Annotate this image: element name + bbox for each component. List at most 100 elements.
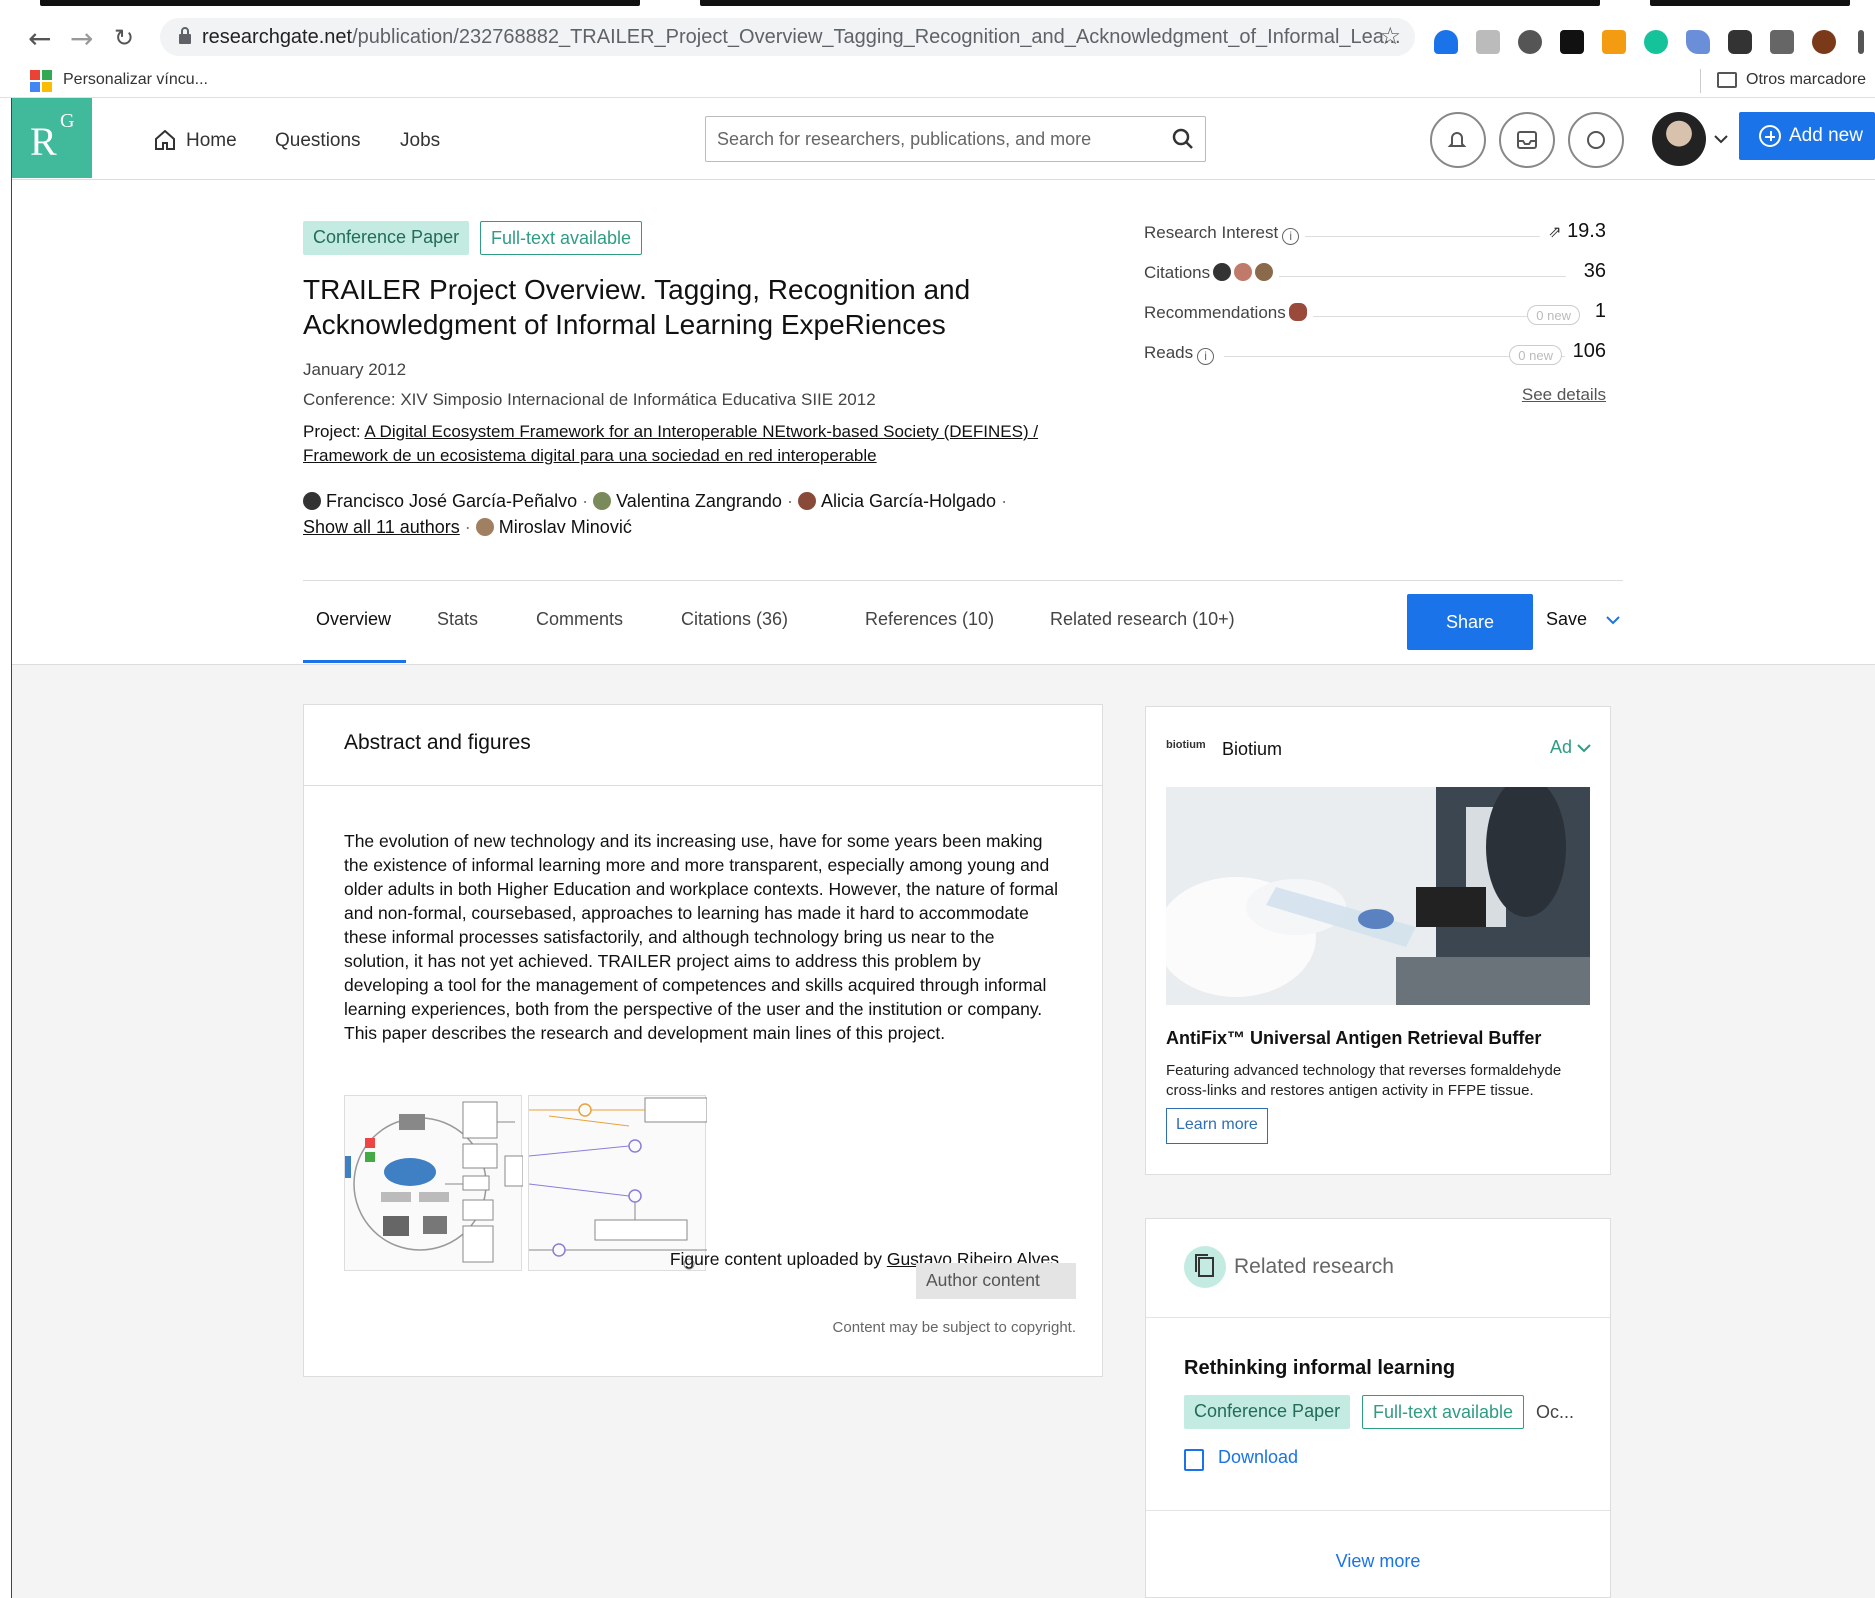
author-name[interactable]: Miroslav Minović bbox=[499, 517, 632, 537]
plus-circle-icon bbox=[1759, 125, 1781, 147]
inbox-icon bbox=[1517, 131, 1537, 149]
messages-button[interactable] bbox=[1499, 112, 1555, 168]
author-separator: · bbox=[464, 517, 471, 537]
see-details-link[interactable]: See details bbox=[1522, 385, 1606, 405]
download-icon[interactable] bbox=[1184, 1449, 1204, 1471]
add-new-label: Add new bbox=[1789, 125, 1863, 146]
save-button[interactable]: Save bbox=[1546, 609, 1587, 630]
publication-date: January 2012 bbox=[303, 360, 407, 379]
extension-graduation-icon[interactable] bbox=[1434, 30, 1458, 54]
fulltext-badge: Full-text available bbox=[1362, 1395, 1525, 1429]
info-icon[interactable]: i bbox=[1282, 228, 1300, 245]
new-count-pill: 0 new bbox=[1527, 305, 1580, 325]
menu-dots-icon[interactable] bbox=[1858, 30, 1864, 54]
nav-questions[interactable]: Questions bbox=[275, 130, 361, 152]
tab-overview[interactable]: Overview bbox=[316, 609, 391, 630]
author-name[interactable]: Valentina Zangrando bbox=[616, 491, 782, 511]
cropped-top-strip bbox=[0, 0, 1875, 14]
author-separator: · bbox=[582, 491, 589, 511]
abstract-card: Abstract and figures The evolution of ne… bbox=[303, 704, 1103, 1377]
view-more-link[interactable]: View more bbox=[1146, 1551, 1610, 1572]
avatar bbox=[303, 492, 321, 510]
researchgate-logo[interactable]: R G bbox=[12, 98, 92, 178]
advertiser-logo: biotium bbox=[1166, 739, 1206, 751]
avatar bbox=[1213, 263, 1232, 281]
author-content-badge: Author content bbox=[916, 1263, 1076, 1299]
avatar bbox=[475, 518, 494, 536]
fulltext-badge: Full-text available bbox=[480, 221, 643, 255]
publication-project: Project: A Digital Ecosystem Framework f… bbox=[303, 420, 1123, 468]
stat-value: 106 bbox=[1564, 340, 1606, 363]
home-icon[interactable] bbox=[154, 130, 176, 150]
figure-thumbnail-2[interactable] bbox=[528, 1095, 708, 1271]
learn-more-button[interactable]: Learn more bbox=[1166, 1108, 1268, 1144]
avatar bbox=[797, 492, 816, 510]
extension-dropbox-icon[interactable] bbox=[1476, 30, 1500, 54]
address-bar[interactable]: researchgate.net/publication/232768882_T… bbox=[160, 18, 1415, 56]
stat-research-interest: Research Interest i ⇗ 19.3 bbox=[1144, 220, 1606, 250]
reload-icon[interactable]: ↻ bbox=[114, 24, 134, 52]
extension-grammarly-icon[interactable] bbox=[1644, 30, 1668, 54]
folder-icon[interactable] bbox=[1717, 72, 1737, 88]
ad-description: Featuring advanced technology that rever… bbox=[1166, 1062, 1562, 1099]
info-icon[interactable]: i bbox=[1197, 348, 1215, 365]
show-all-authors-link[interactable]: Show all 11 authors bbox=[303, 517, 460, 537]
window-left-edge bbox=[0, 98, 12, 1598]
stat-label: Citations bbox=[1144, 263, 1211, 282]
related-item-title[interactable]: Rethinking informal learning bbox=[1184, 1357, 1455, 1380]
back-icon[interactable]: ← bbox=[28, 22, 51, 55]
abstract-heading: Abstract and figures bbox=[344, 731, 531, 754]
copy-icon bbox=[1184, 1246, 1226, 1288]
avatar bbox=[1255, 263, 1274, 281]
ad-card: biotium Biotium Ad AntiFix™ Universal An… bbox=[1145, 706, 1611, 1175]
share-button[interactable]: Share bbox=[1407, 594, 1533, 650]
logo-letter-r: R bbox=[30, 119, 57, 164]
project-link[interactable]: A Digital Ecosystem Framework for an Int… bbox=[303, 422, 1038, 465]
extension-g-icon[interactable] bbox=[1560, 30, 1584, 54]
stat-reads: Reads i 0 new 106 bbox=[1144, 340, 1606, 370]
author-name[interactable]: Alicia García-Holgado bbox=[821, 491, 996, 511]
divider bbox=[1146, 1317, 1610, 1318]
ad-title[interactable]: AntiFix™ Universal Antigen Retrieval Buf… bbox=[1166, 1028, 1541, 1049]
tab-references[interactable]: References (10) bbox=[865, 609, 994, 630]
bell-icon bbox=[1447, 132, 1467, 147]
other-bookmarks[interactable]: Otros marcadore bbox=[1746, 71, 1866, 89]
search-input[interactable]: Search for researchers, publications, an… bbox=[705, 116, 1206, 162]
ad-label[interactable]: Ad bbox=[1550, 737, 1572, 758]
url-text: researchgate.net/publication/232768882_T… bbox=[202, 26, 1401, 48]
tab-related-research[interactable]: Related research (10+) bbox=[1050, 609, 1235, 630]
bookmark-star-icon[interactable]: ☆ bbox=[1379, 22, 1401, 50]
ad-image[interactable] bbox=[1166, 787, 1590, 1005]
add-new-button[interactable]: Add new bbox=[1739, 112, 1875, 160]
tab-citations[interactable]: Citations (36) bbox=[681, 609, 788, 630]
search-icon[interactable] bbox=[1171, 127, 1195, 151]
author-name[interactable]: Francisco José García-Peñalvo bbox=[326, 491, 577, 511]
forward-icon[interactable]: → bbox=[70, 22, 93, 55]
nav-jobs[interactable]: Jobs bbox=[400, 130, 440, 152]
diagram-thumbnail bbox=[345, 1101, 524, 1263]
avatar bbox=[1234, 263, 1253, 281]
tab-comments[interactable]: Comments bbox=[536, 609, 623, 630]
bookmark-apps-label[interactable]: Personalizar víncu... bbox=[63, 71, 208, 89]
media-queue-icon[interactable] bbox=[1770, 30, 1794, 54]
tab-stats[interactable]: Stats bbox=[437, 609, 478, 630]
download-link[interactable]: Download bbox=[1218, 1447, 1298, 1468]
chevron-down-icon[interactable] bbox=[1712, 130, 1730, 148]
caption-prefix: Figure content uploaded by bbox=[669, 1249, 887, 1269]
questions-button[interactable] bbox=[1568, 112, 1624, 168]
extension-sc-icon[interactable] bbox=[1602, 30, 1626, 54]
extensions-puzzle-icon[interactable] bbox=[1728, 30, 1752, 54]
publication-tabs: Overview Stats Comments Citations (36) R… bbox=[303, 580, 1623, 664]
apps-grid-icon[interactable] bbox=[30, 70, 52, 92]
chevron-down-icon[interactable] bbox=[1604, 611, 1622, 629]
stat-label: Reads bbox=[1144, 343, 1194, 362]
profile-avatar-icon[interactable] bbox=[1812, 30, 1836, 54]
user-avatar[interactable] bbox=[1652, 112, 1706, 166]
nav-home[interactable]: Home bbox=[186, 130, 237, 152]
extension-circle-icon[interactable] bbox=[1518, 30, 1542, 54]
chevron-down-icon[interactable] bbox=[1576, 740, 1592, 756]
notifications-button[interactable] bbox=[1430, 112, 1486, 168]
stat-citations: Citations 36 bbox=[1144, 260, 1606, 290]
figure-thumbnail-1[interactable] bbox=[344, 1095, 524, 1271]
extension-feather-icon[interactable] bbox=[1686, 30, 1710, 54]
